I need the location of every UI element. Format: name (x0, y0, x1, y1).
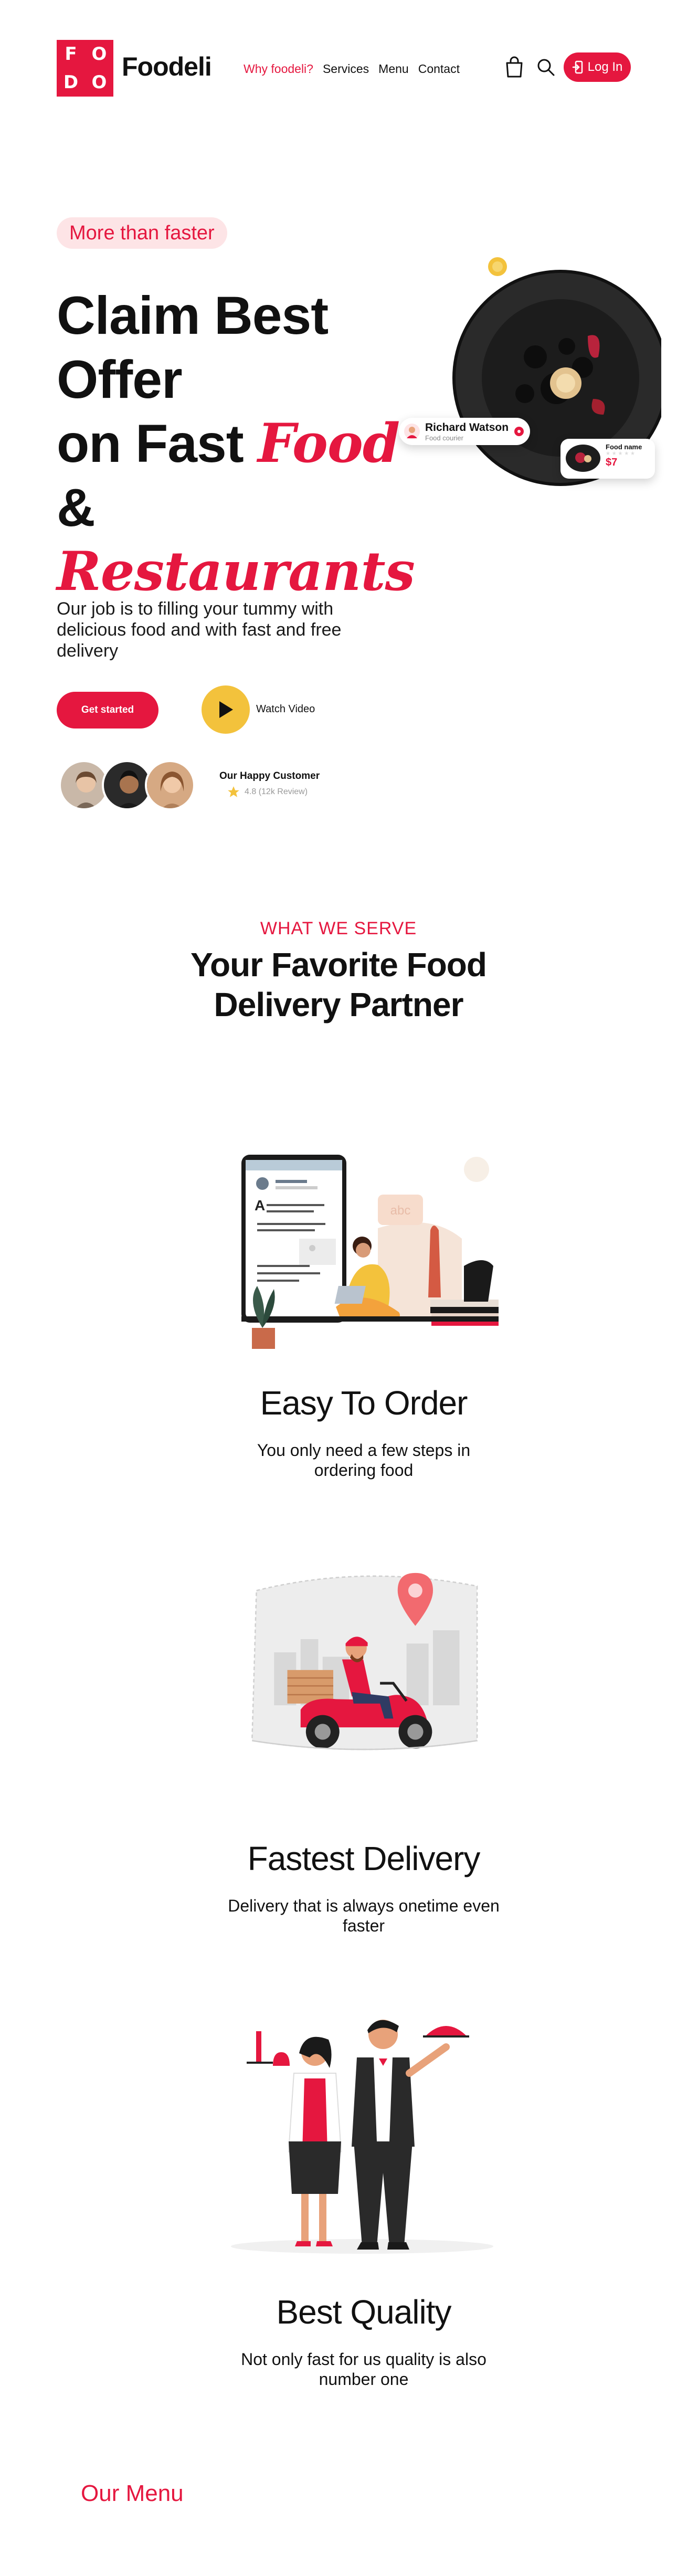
courier-name: Richard Watson (425, 421, 509, 434)
play-icon (219, 701, 233, 718)
hero-title-line3a: on Fast (57, 414, 258, 473)
logo-letter: O (91, 72, 107, 93)
hero-title-restaurants: Restaurants (57, 540, 415, 603)
login-button[interactable]: Log In (564, 52, 631, 82)
login-label: Log In (587, 60, 623, 74)
feature-title: Easy To Order (260, 1384, 468, 1422)
hero-description: Our job is to filling your tummy with de… (57, 599, 342, 661)
feature-description: You only need a few steps in ordering fo… (257, 1441, 471, 1480)
brand-name[interactable]: Foodeli (122, 51, 212, 82)
easy-order-illustration: abc A (241, 1155, 499, 1349)
login-icon (572, 60, 583, 74)
hero-title-line2: Offer (57, 350, 183, 409)
serve-title: Your Favorite Food Delivery Partner (191, 946, 487, 1023)
feature-title: Fastest Delivery (247, 1840, 481, 1877)
feature-description: Delivery that is always onetime even fas… (228, 1896, 500, 1935)
menu-section-title: Our Menu (81, 2480, 184, 2506)
shopping-bag-icon[interactable] (504, 56, 525, 79)
feature-title: Best Quality (276, 2293, 451, 2331)
best-quality-illustration (231, 2020, 493, 2254)
pin-icon (514, 427, 524, 436)
hero-pill: More than faster (57, 217, 227, 249)
food-card[interactable]: Food name ★ ★ ★ ★ ★ $7 (560, 439, 655, 479)
main-nav: Why foodeli? Services Menu Contact (244, 62, 460, 76)
food-thumbnail (566, 445, 600, 472)
courier-card: Richard Watson Food courier (399, 418, 530, 445)
nav-link-menu[interactable]: Menu (378, 62, 409, 76)
get-started-button[interactable]: Get started (57, 692, 158, 729)
courier-avatar (404, 424, 420, 439)
food-card-name: Food name (606, 443, 642, 451)
happy-customer-label: Our Happy Customer (219, 770, 320, 782)
serve-eyebrow: WHAT WE SERVE (260, 919, 417, 938)
food-card-price: $7 (606, 457, 618, 468)
svg-text:A: A (255, 1197, 265, 1213)
star-icon (228, 786, 239, 797)
nav-link-why-foodeli[interactable]: Why foodeli? (244, 62, 313, 76)
search-icon[interactable] (535, 57, 556, 78)
customer-avatars (59, 760, 195, 810)
logo-letter: D (63, 72, 79, 93)
hero-title-amp: & (57, 478, 96, 537)
fast-delivery-illustration (251, 1572, 478, 1750)
avatar (145, 760, 195, 810)
watch-video-label[interactable]: Watch Video (256, 703, 315, 715)
abc-text: abc (390, 1203, 411, 1218)
nav-link-services[interactable]: Services (323, 62, 369, 76)
feature-description: Not only fast for us quality is also num… (241, 2350, 486, 2389)
watch-video-button[interactable] (202, 685, 250, 734)
logo-letter: O (91, 44, 107, 65)
hero-title: Claim Best Offer on Fast Food & Restaura… (57, 283, 424, 604)
courier-role: Food courier (425, 434, 463, 442)
rating: 4.8 (12k Review) (227, 785, 308, 799)
nav-link-contact[interactable]: Contact (418, 62, 460, 76)
logo[interactable]: F O D O (57, 40, 113, 97)
food-card-stars: ★ ★ ★ ★ ★ (606, 451, 635, 457)
rating-text: 4.8 (12k Review) (245, 787, 308, 796)
hero-title-line1: Claim Best (57, 286, 329, 345)
logo-letter: F (65, 44, 77, 65)
hero-title-food: Food (258, 412, 400, 475)
